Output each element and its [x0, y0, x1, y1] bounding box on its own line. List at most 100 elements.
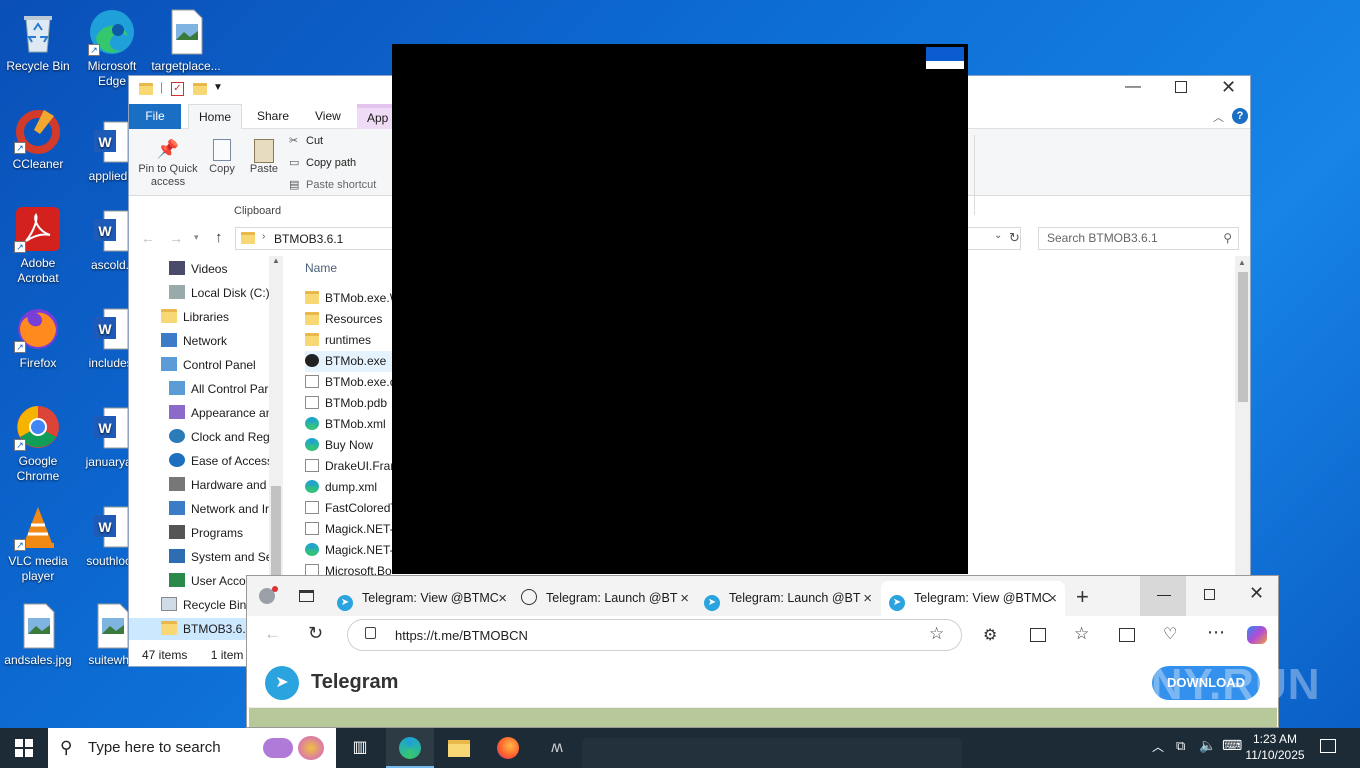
collapse-ribbon-icon[interactable]: ︿ [1213, 109, 1224, 125]
file-row[interactable]: Buy Now [305, 435, 373, 456]
nav-item-all-control-panel[interactable]: All Control Par [129, 378, 268, 400]
file-row[interactable]: Magick.NET- [305, 540, 394, 561]
nav-item-ease-of-access[interactable]: Ease of Access [129, 450, 273, 472]
start-button[interactable] [0, 728, 48, 768]
close-icon[interactable]: ✕ [1249, 583, 1264, 604]
favorite-star-icon[interactable]: ☆ [929, 624, 944, 644]
volume-icon[interactable]: 🔈 [1199, 737, 1216, 754]
close-icon[interactable]: ✕ [1221, 77, 1236, 98]
address-dropdown-icon[interactable]: ⌄ [994, 230, 1002, 241]
desktop-icon-ccleaner[interactable]: ↗ CCleaner [0, 106, 76, 172]
browser-tab[interactable]: Telegram: Launch @BT × [521, 581, 697, 616]
desktop-icon-recycle-bin[interactable]: Recycle Bin [0, 8, 76, 74]
new-tab-icon[interactable]: + [1076, 584, 1089, 610]
new-folder-icon[interactable] [193, 83, 207, 95]
nav-item-clock-region[interactable]: Clock and Regi [129, 426, 272, 448]
address-bar[interactable]: https://t.me/BTMOBCN ☆ [347, 619, 962, 651]
nav-item-control-panel[interactable]: Control Panel [129, 354, 256, 376]
back-icon[interactable]: ← [264, 624, 281, 644]
cut-button[interactable]: ✂ Cut [289, 134, 323, 147]
nav-item-programs[interactable]: Programs [129, 522, 243, 544]
minimize-button[interactable]: — [1140, 576, 1186, 616]
browser-essentials-icon[interactable]: ♡ [1163, 624, 1177, 644]
blank-black-window[interactable] [392, 44, 968, 574]
forward-icon[interactable]: → [169, 230, 183, 246]
nav-item-appearance[interactable]: Appearance an [129, 402, 272, 424]
refresh-icon[interactable]: ↻ [1009, 230, 1020, 246]
desktop-icon-image-file[interactable]: andsales.jpg [0, 602, 76, 668]
favorites-icon[interactable]: ☆ [1074, 624, 1089, 644]
file-row[interactable]: BTMob.exe [305, 351, 405, 372]
maximize-icon[interactable] [1175, 81, 1187, 93]
file-row[interactable]: dump.xml [305, 477, 377, 498]
file-row[interactable]: runtimes [305, 330, 371, 351]
taskbar-firefox[interactable] [484, 728, 532, 768]
recent-locations-icon[interactable]: ▾ [194, 232, 199, 243]
taskbar-file-explorer[interactable] [435, 728, 483, 768]
nav-item-recycle-bin[interactable]: Recycle Bin [129, 594, 246, 616]
show-hidden-icons[interactable]: ︿ [1152, 738, 1164, 755]
tab-file[interactable]: File [129, 104, 181, 129]
more-options-icon[interactable]: ⋯ [1207, 622, 1225, 643]
file-row[interactable]: Resources [305, 309, 382, 330]
desktop-icon-firefox[interactable]: ↗ Firefox [0, 305, 76, 371]
maximize-icon[interactable] [1204, 589, 1215, 600]
close-tab-icon[interactable]: × [680, 581, 689, 616]
file-list-scrollbar-thumb[interactable] [1238, 272, 1248, 402]
copilot-icon[interactable] [1247, 626, 1267, 644]
paste-shortcut-button[interactable]: ▤ Paste shortcut [289, 178, 376, 191]
nav-item-network-internet[interactable]: Network and Ir [129, 498, 269, 520]
file-row[interactable]: BTMob.exe.W [305, 288, 401, 309]
customize-quick-access-icon[interactable]: ▼ [213, 82, 223, 93]
task-view-button[interactable]: ▥ [336, 728, 384, 768]
file-row[interactable]: BTMob.pdb [305, 393, 387, 414]
up-icon[interactable]: ↑ [215, 229, 223, 246]
nav-item-network[interactable]: Network [129, 330, 227, 352]
network-icon[interactable]: ⧉ [1176, 738, 1185, 754]
copy-path-button[interactable]: ▭ Copy path [289, 156, 356, 169]
file-row[interactable]: DrakeUI.Fran [305, 456, 397, 477]
browser-tab-active[interactable]: ➤ Telegram: View @BTMC × [881, 581, 1065, 616]
tab-home[interactable]: Home [188, 104, 243, 129]
telegram-logo-icon[interactable]: ➤ [265, 666, 299, 700]
collections-icon[interactable] [1119, 628, 1135, 642]
taskbar-edge[interactable] [386, 728, 434, 768]
split-screen-icon[interactable] [1030, 628, 1046, 642]
nav-item-videos[interactable]: Videos [129, 258, 227, 280]
desktop-icon-vlc[interactable]: ↗ VLC media player [0, 503, 76, 584]
file-row[interactable]: FastColoredT [305, 498, 398, 519]
nav-item-libraries[interactable]: Libraries [129, 306, 229, 328]
taskbar-search-box[interactable]: ⚲ Type here to search [48, 728, 336, 768]
back-icon[interactable]: ← [141, 230, 155, 246]
nav-item-system-security[interactable]: System and Sec [129, 546, 278, 568]
telegram-brand[interactable]: Telegram [311, 671, 398, 694]
minimize-icon[interactable]: — [1125, 78, 1141, 96]
file-row[interactable]: BTMob.exe.c [305, 372, 396, 393]
nav-item-local-disk[interactable]: Local Disk (C:) [129, 282, 270, 304]
close-tab-icon[interactable]: × [1048, 581, 1057, 616]
tab-share[interactable]: Share [247, 104, 299, 129]
browser-tab[interactable]: ➤ Telegram: Launch @BT × [704, 581, 880, 616]
tab-view[interactable]: View [305, 104, 351, 129]
nav-item-hardware[interactable]: Hardware and [129, 474, 266, 496]
lock-icon[interactable] [365, 627, 376, 639]
scroll-up-icon[interactable]: ▲ [272, 256, 280, 265]
notifications-icon[interactable] [1320, 739, 1336, 753]
scroll-up-icon[interactable]: ▲ [1238, 258, 1246, 267]
tab-actions-icon[interactable] [299, 590, 314, 602]
column-header-name[interactable]: Name [305, 261, 337, 275]
pin-to-quick-access-button[interactable]: 📌 Pin to Quick access [135, 139, 201, 189]
nav-item-user-accounts[interactable]: User Accou [129, 570, 252, 592]
paste-button[interactable]: Paste [245, 139, 283, 175]
desktop-icon-image-file[interactable]: targetplace... [148, 8, 224, 74]
close-tab-icon[interactable]: × [863, 581, 872, 616]
copy-button[interactable]: Copy [203, 139, 241, 175]
clock[interactable]: 1:23 AM 11/10/2025 [1244, 731, 1306, 763]
desktop-icon-acrobat[interactable]: ↗ Adobe Acrobat [0, 205, 76, 286]
refresh-icon[interactable]: ↻ [308, 623, 323, 644]
taskbar-btmob[interactable]: ʍ [533, 728, 581, 768]
desktop-icon-chrome[interactable]: ↗ Google Chrome [0, 403, 76, 484]
search-box[interactable]: Search BTMOB3.6.1 ⚲ [1038, 227, 1239, 250]
help-icon[interactable]: ? [1232, 108, 1248, 124]
properties-icon[interactable]: ✓ [171, 82, 184, 96]
